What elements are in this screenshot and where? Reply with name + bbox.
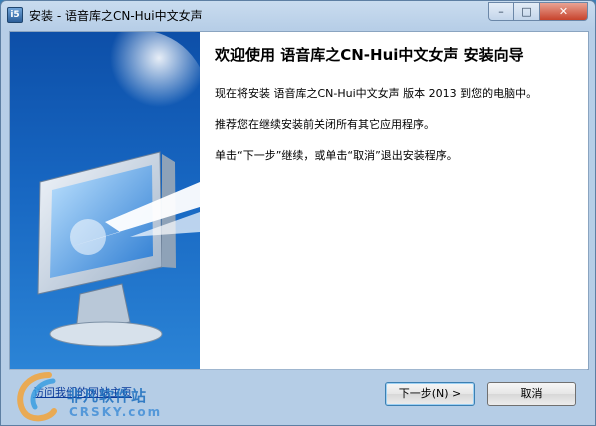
cancel-button[interactable]: 取消 <box>487 382 576 406</box>
install-info-text: 现在将安装 语音库之CN-Hui中文女声 版本 2013 到您的电脑中。 <box>215 87 538 100</box>
wizard-content: 欢迎使用 语音库之CN-Hui中文女声 安装向导 现在将安装 语音库之CN-Hu… <box>215 44 575 178</box>
next-button[interactable]: 下一步(N) > <box>385 382 475 406</box>
monitor-illustration-icon <box>37 32 200 347</box>
title-bar[interactable]: i5 安装 - 语音库之CN-Hui中文女声 – □ ✕ <box>1 1 595 29</box>
welcome-heading: 欢迎使用 语音库之CN-Hui中文女声 安装向导 <box>215 46 524 64</box>
wizard-page: 欢迎使用 语音库之CN-Hui中文女声 安装向导 现在将安装 语音库之CN-Hu… <box>9 31 589 370</box>
instructions-text: 单击“下一步”继续，或单击“取消”退出安装程序。 <box>215 149 458 162</box>
close-apps-text: 推荐您在继续安装前关闭所有其它应用程序。 <box>215 118 435 131</box>
watermark-domain: CRSKY.com <box>69 405 163 419</box>
maximize-button[interactable]: □ <box>514 2 540 21</box>
installer-app-icon: i5 <box>7 7 23 23</box>
website-link[interactable]: 访问我们的网站主页 <box>33 384 132 400</box>
wizard-side-banner <box>10 32 200 369</box>
close-button[interactable]: ✕ <box>540 2 588 21</box>
minimize-button[interactable]: – <box>488 2 514 21</box>
footer-divider <box>9 369 587 370</box>
installer-window: i5 安装 - 语音库之CN-Hui中文女声 – □ ✕ 欢迎使用 语音库之CN… <box>0 0 596 426</box>
window-title: 安装 - 语音库之CN-Hui中文女声 <box>29 9 203 23</box>
